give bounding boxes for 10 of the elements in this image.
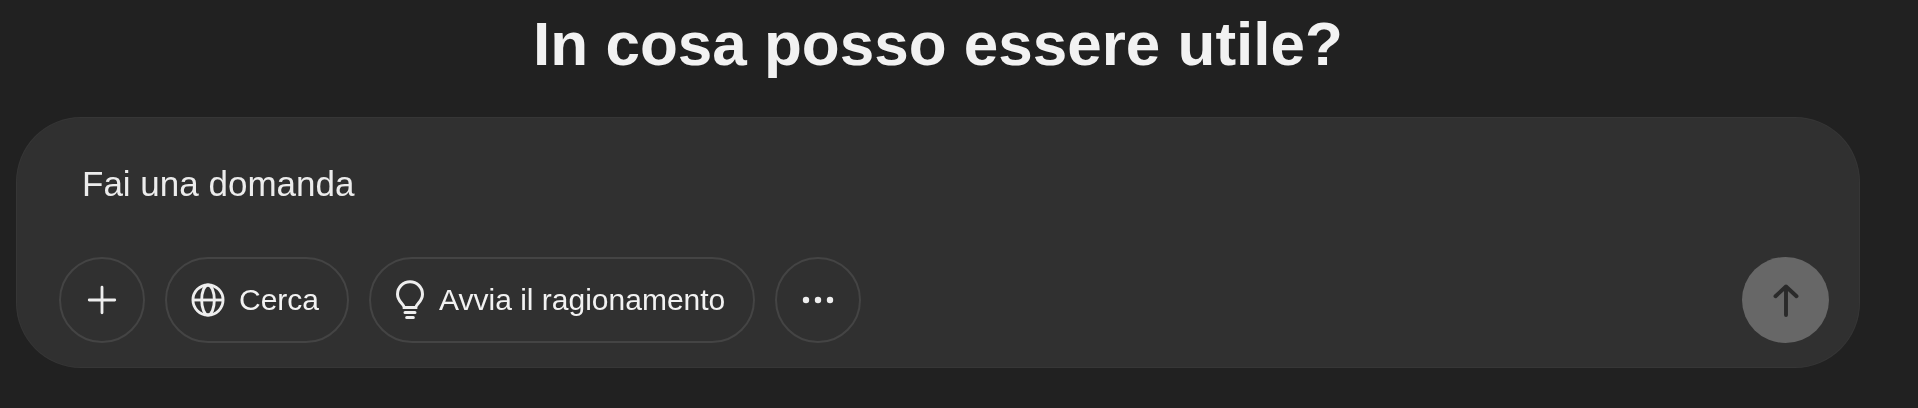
prompt-input[interactable]: Fai una domanda [82, 158, 982, 210]
page-heading: In cosa posso essere utile? [533, 8, 1343, 80]
add-button[interactable] [59, 257, 145, 343]
arrow-up-icon [1770, 282, 1801, 318]
more-icon [802, 296, 835, 304]
reasoning-button[interactable]: Avvia il ragionamento [369, 257, 756, 343]
more-button[interactable] [775, 257, 862, 343]
search-button[interactable]: Cerca [165, 257, 350, 343]
plus-icon [85, 283, 119, 317]
globe-icon [189, 281, 227, 319]
